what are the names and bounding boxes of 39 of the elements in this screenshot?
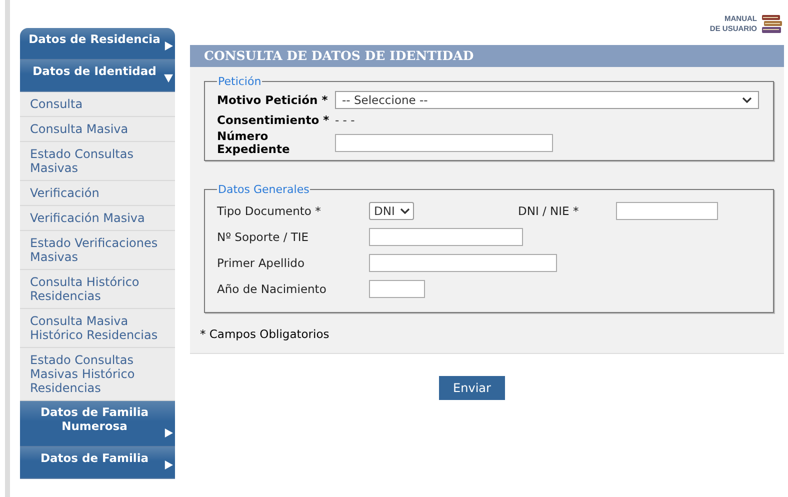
field-label: Tipo Documento *: [217, 204, 322, 218]
chevron-down-icon: [742, 97, 752, 103]
chevron-down-icon: [400, 208, 410, 214]
field-label: Motivo Petición *: [217, 93, 329, 107]
file-number-input[interactable]: [335, 134, 553, 152]
dni-input[interactable]: [616, 202, 718, 220]
fieldset-legend: Datos Generales: [217, 183, 310, 196]
reason-dropdown[interactable]: -- Seleccione --: [335, 91, 759, 109]
birth-year-input[interactable]: [369, 280, 425, 298]
required-note: * Campos Obligatorios: [200, 327, 330, 341]
support-number-input[interactable]: [369, 228, 523, 246]
field-label: DNI / NIE *: [518, 204, 580, 218]
sidebar-item[interactable]: Estado Verificaciones Masivas: [20, 231, 175, 270]
down-triangle-icon: [164, 73, 173, 83]
document-type-dropdown[interactable]: DNI: [369, 202, 414, 220]
sidebar-item[interactable]: Consulta Histórico Residencias: [20, 270, 175, 309]
sidebar-item[interactable]: Verificación: [20, 181, 175, 206]
field-label: Año de Nacimiento: [217, 282, 328, 296]
sidebar-item[interactable]: Consulta: [20, 92, 175, 117]
sidebar-item[interactable]: Estado Consultas Masivas: [20, 142, 175, 181]
sidebar-section-header[interactable]: Datos de Identidad: [20, 60, 175, 92]
sidebar-item[interactable]: Consulta Masiva Histórico Residencias: [20, 309, 175, 348]
page-title: CONSULTA DE DATOS DE IDENTIDAD: [190, 45, 784, 67]
consent-value: - - -: [335, 113, 355, 127]
sidebar-section-header[interactable]: Datos de Familia: [20, 447, 175, 479]
field-label: Número Expediente: [217, 130, 291, 156]
field-label: Primer Apellido: [217, 256, 306, 270]
right-triangle-icon: [164, 41, 173, 51]
surname-input[interactable]: [369, 254, 557, 272]
right-triangle-icon: [164, 428, 173, 438]
sidebar-section-header[interactable]: Datos de Residencia: [20, 28, 175, 60]
sidebar-section-header[interactable]: Datos de Familia Numerosa: [20, 401, 175, 447]
sidebar-item[interactable]: Verificación Masiva: [20, 206, 175, 231]
field-label: Nº Soporte / TIE: [217, 230, 310, 244]
right-triangle-icon: [164, 460, 173, 470]
sidebar-item[interactable]: Consulta Masiva: [20, 117, 175, 142]
fieldset-legend: Petición: [217, 75, 262, 88]
submit-button[interactable]: Enviar: [439, 376, 505, 400]
field-label: Consentimiento *: [217, 113, 330, 127]
